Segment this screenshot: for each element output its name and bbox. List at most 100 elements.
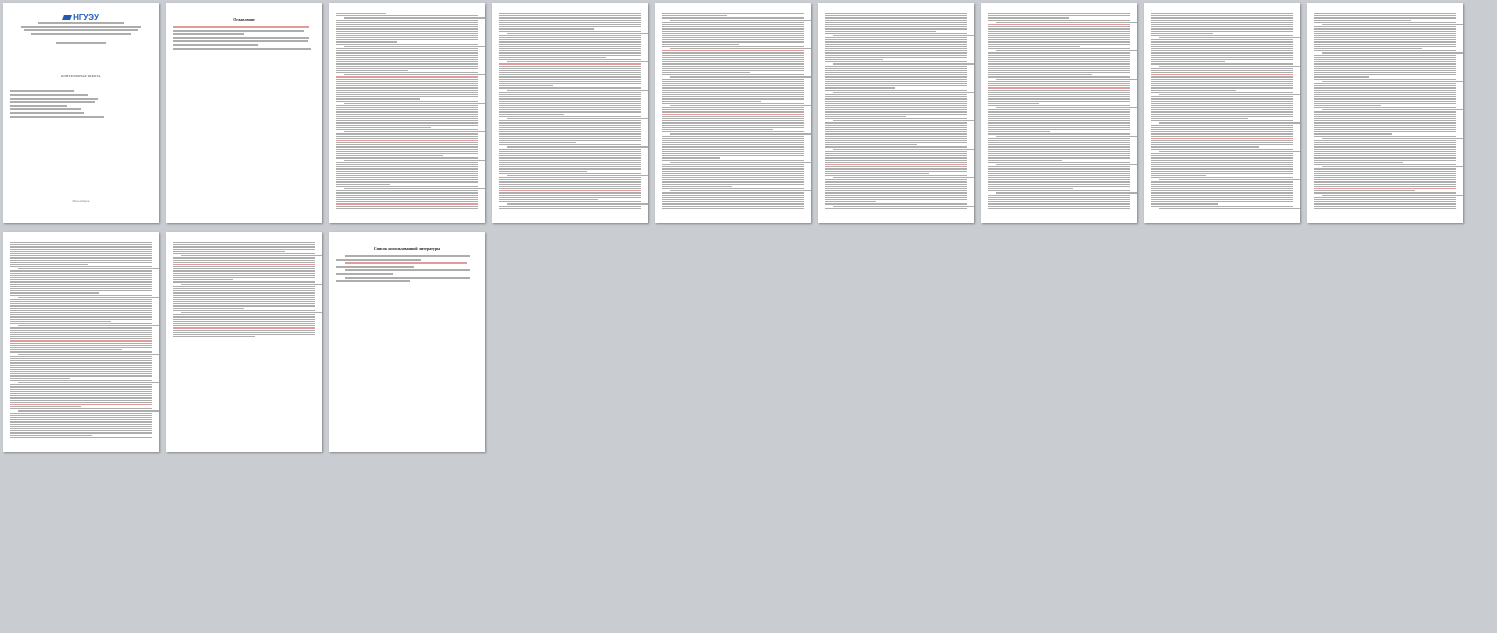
text-line (499, 144, 641, 146)
text-line (10, 425, 152, 427)
text-line (988, 120, 1130, 122)
text-line (499, 39, 641, 41)
text-line (988, 131, 1051, 133)
text-line (499, 48, 641, 50)
text-line (662, 67, 804, 69)
text-line (662, 89, 804, 91)
text-line (173, 336, 256, 338)
text-line (336, 146, 478, 148)
text-line (1151, 104, 1293, 107)
text-line (336, 39, 478, 41)
bib-entry (345, 276, 470, 279)
text-line (825, 183, 967, 185)
text-line (1314, 93, 1456, 96)
text-line (825, 43, 967, 45)
text-line (1322, 166, 1463, 168)
text-line (336, 15, 478, 17)
text-line (499, 52, 641, 54)
text-line (1314, 196, 1456, 198)
text-line (1151, 181, 1293, 183)
text-line (988, 139, 1130, 142)
page-5[interactable] (655, 3, 811, 223)
text-line (662, 74, 804, 76)
text-line (662, 131, 804, 133)
page-6[interactable] (818, 3, 974, 223)
text-line (1159, 37, 1300, 39)
text-line (662, 17, 804, 19)
text-line (825, 111, 967, 113)
text-line (10, 336, 152, 338)
text-line (336, 69, 409, 72)
text-line (988, 98, 1130, 100)
text-line (1151, 41, 1293, 43)
text-line (1314, 205, 1456, 207)
text-line (662, 179, 804, 181)
text-line (336, 190, 478, 192)
page-1-cover[interactable]: НГУЭУ КОНТРОЛЬНАЯ РАБОТА Новосибирск (3, 3, 159, 223)
text-line (1151, 168, 1293, 170)
text-line (825, 135, 967, 137)
text-line (1151, 120, 1293, 122)
text-line (662, 83, 804, 85)
text-line (825, 142, 967, 144)
page-7[interactable] (981, 3, 1137, 223)
document-viewport[interactable]: НГУЭУ КОНТРОЛЬНАЯ РАБОТА Новосибирск Огл… (0, 0, 1497, 633)
page-2-toc[interactable]: Оглавление (166, 3, 322, 223)
text-line (825, 80, 967, 82)
text-line (988, 87, 1130, 89)
text-line (662, 188, 804, 190)
page-4[interactable] (492, 3, 648, 223)
text-line (10, 285, 152, 287)
text-line (1151, 177, 1293, 179)
text-line (662, 168, 804, 170)
page-3[interactable] (329, 3, 485, 223)
student-info-line (10, 111, 84, 114)
text-line (988, 137, 1130, 139)
text-line (662, 96, 804, 98)
text-line (499, 157, 641, 159)
page-10[interactable] (3, 232, 159, 452)
text-line (988, 122, 1130, 124)
text-line (10, 427, 152, 430)
text-line (10, 329, 152, 331)
text-line (825, 109, 967, 111)
text-line (18, 325, 159, 327)
text-line (662, 15, 728, 17)
text-line (344, 131, 485, 133)
text-line (1151, 17, 1293, 19)
text-line (336, 166, 478, 168)
text-line (825, 56, 967, 58)
text-line (662, 205, 804, 207)
text-line (825, 93, 967, 96)
text-line (1314, 39, 1456, 41)
text-line (825, 85, 967, 87)
page-12-bibliography[interactable]: Список использованной литературы (329, 232, 485, 452)
text-line (336, 207, 478, 209)
text-line (1151, 111, 1293, 113)
text-line (1159, 207, 1300, 209)
text-line (988, 17, 1069, 19)
text-line (173, 246, 315, 248)
text-line (10, 342, 152, 344)
page-11[interactable] (166, 232, 322, 452)
text-line (1151, 74, 1293, 76)
text-line (344, 74, 485, 76)
text-line (336, 78, 478, 80)
text-line (988, 41, 1130, 43)
text-line (1314, 159, 1456, 161)
page-8[interactable] (1144, 3, 1300, 223)
text-line (825, 28, 967, 30)
text-line (1151, 30, 1293, 32)
text-line (499, 148, 641, 150)
text-line (336, 19, 478, 21)
text-line (662, 118, 804, 120)
page-9[interactable] (1307, 3, 1463, 223)
text-line (1314, 142, 1456, 144)
text-line (1314, 146, 1456, 148)
text-line (1151, 198, 1293, 201)
text-line (344, 45, 485, 47)
text-line (1151, 52, 1293, 54)
text-line (10, 312, 152, 314)
text-line (988, 198, 1130, 201)
text-line (499, 150, 641, 152)
